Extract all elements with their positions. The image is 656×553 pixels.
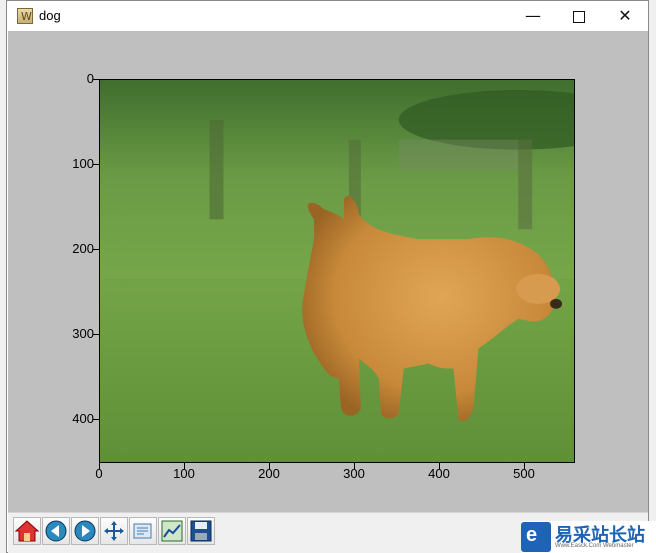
home-button[interactable] bbox=[13, 517, 41, 545]
y-tick-label: 200 bbox=[72, 241, 94, 256]
back-icon bbox=[45, 520, 67, 542]
zoom-icon bbox=[133, 523, 152, 539]
figure-window: W dog — ✕ 0 100 200 300 400 0 100 200 30… bbox=[6, 0, 649, 553]
pan-icon bbox=[104, 521, 124, 541]
zoom-button[interactable] bbox=[129, 517, 157, 545]
home-icon bbox=[14, 520, 40, 542]
configure-subplots-button[interactable] bbox=[158, 517, 186, 545]
x-tick-label: 400 bbox=[428, 466, 450, 481]
save-button[interactable] bbox=[187, 517, 215, 545]
configure-subplots-icon bbox=[161, 520, 183, 542]
x-tick-label: 500 bbox=[513, 466, 535, 481]
figure-canvas[interactable]: 0 100 200 300 400 0 100 200 300 400 500 bbox=[8, 31, 648, 512]
forward-button[interactable] bbox=[71, 517, 99, 545]
x-tick-label: 0 bbox=[95, 466, 103, 481]
watermark-subtext: Www.Easck.Com Webmaster bbox=[555, 543, 634, 549]
save-icon bbox=[190, 520, 212, 542]
image-axes[interactable] bbox=[99, 79, 575, 463]
window-title: dog bbox=[39, 8, 61, 23]
x-tick-label: 200 bbox=[258, 466, 280, 481]
maximize-button[interactable] bbox=[556, 1, 602, 31]
forward-icon bbox=[74, 520, 96, 542]
y-tick-label: 400 bbox=[72, 411, 94, 426]
x-tick-label: 300 bbox=[343, 466, 365, 481]
maximize-icon bbox=[573, 10, 585, 23]
watermark-logo-icon: e bbox=[521, 522, 551, 552]
x-tick-label: 100 bbox=[173, 466, 195, 481]
y-tick-label: 300 bbox=[72, 326, 94, 341]
minimize-button[interactable]: — bbox=[510, 1, 556, 31]
app-icon: W bbox=[17, 8, 33, 24]
y-tick-label: 0 bbox=[86, 71, 94, 86]
watermark: e 易采站长站 Www.Easck.Com Webmaster bbox=[521, 521, 656, 553]
pan-button[interactable] bbox=[100, 517, 128, 545]
y-tick-label: 100 bbox=[72, 156, 94, 171]
title-bar[interactable]: W dog — ✕ bbox=[7, 1, 648, 31]
back-button[interactable] bbox=[42, 517, 70, 545]
close-button[interactable]: ✕ bbox=[602, 1, 648, 31]
dog-image bbox=[100, 80, 574, 462]
